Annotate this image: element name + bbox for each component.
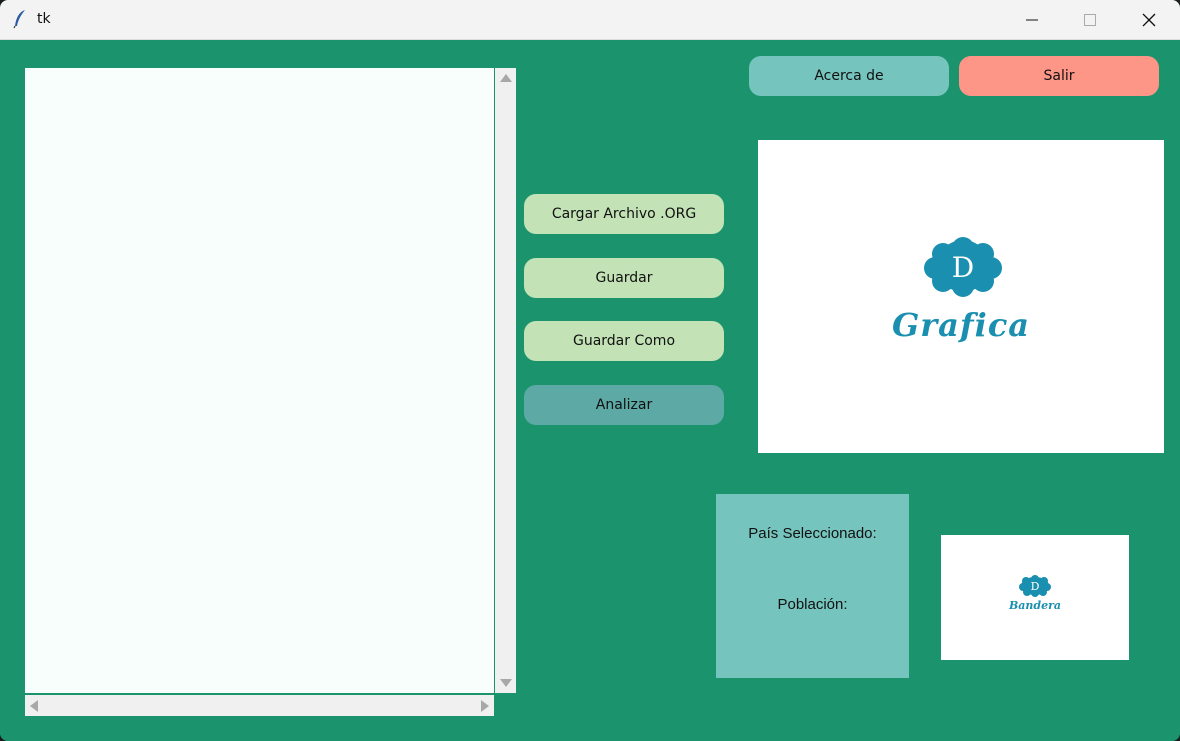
save-button[interactable]: Guardar <box>524 258 724 298</box>
close-button[interactable] <box>1120 0 1178 39</box>
flag-image-panel: D Bandera <box>941 535 1129 660</box>
main-content: Acerca de Salir Cargar Archivo .ORG Guar… <box>0 40 1180 741</box>
minimize-button[interactable] <box>1003 0 1061 39</box>
feather-icon <box>12 9 28 29</box>
country-label: País Seleccionado: <box>748 525 877 542</box>
scroll-up-icon[interactable] <box>500 74 512 82</box>
exit-button[interactable]: Salir <box>959 56 1159 96</box>
vertical-scrollbar[interactable] <box>495 68 516 693</box>
population-label: Población: <box>777 596 848 613</box>
flag-logo-letter: D <box>1031 580 1040 593</box>
save-as-button[interactable]: Guardar Como <box>524 321 724 361</box>
title-bar: tk <box>0 0 1180 40</box>
close-icon <box>1142 13 1156 27</box>
maximize-icon <box>1084 14 1096 26</box>
scroll-left-icon[interactable] <box>30 700 38 712</box>
app-window: tk Acerca de Salir Cargar Archivo .ORG G… <box>0 0 1180 741</box>
minimize-icon <box>1026 19 1038 21</box>
horizontal-scrollbar[interactable] <box>25 695 494 716</box>
flag-caption: Bandera <box>1008 599 1062 612</box>
graph-caption: Grafica <box>891 306 1031 344</box>
graph-logo-letter: D <box>952 251 974 284</box>
load-file-button[interactable]: Cargar Archivo .ORG <box>524 194 724 234</box>
scroll-down-icon[interactable] <box>500 679 512 687</box>
maximize-button[interactable] <box>1061 0 1119 39</box>
analyze-button[interactable]: Analizar <box>524 385 724 425</box>
flag-logo-icon: D <box>1019 575 1051 597</box>
graph-image-panel: D Grafica <box>758 140 1164 453</box>
country-info-panel: País Seleccionado: Población: <box>716 494 909 678</box>
about-button[interactable]: Acerca de <box>749 56 949 96</box>
window-title: tk <box>37 11 51 27</box>
editor-textarea[interactable] <box>25 68 494 693</box>
scroll-right-icon[interactable] <box>481 700 489 712</box>
